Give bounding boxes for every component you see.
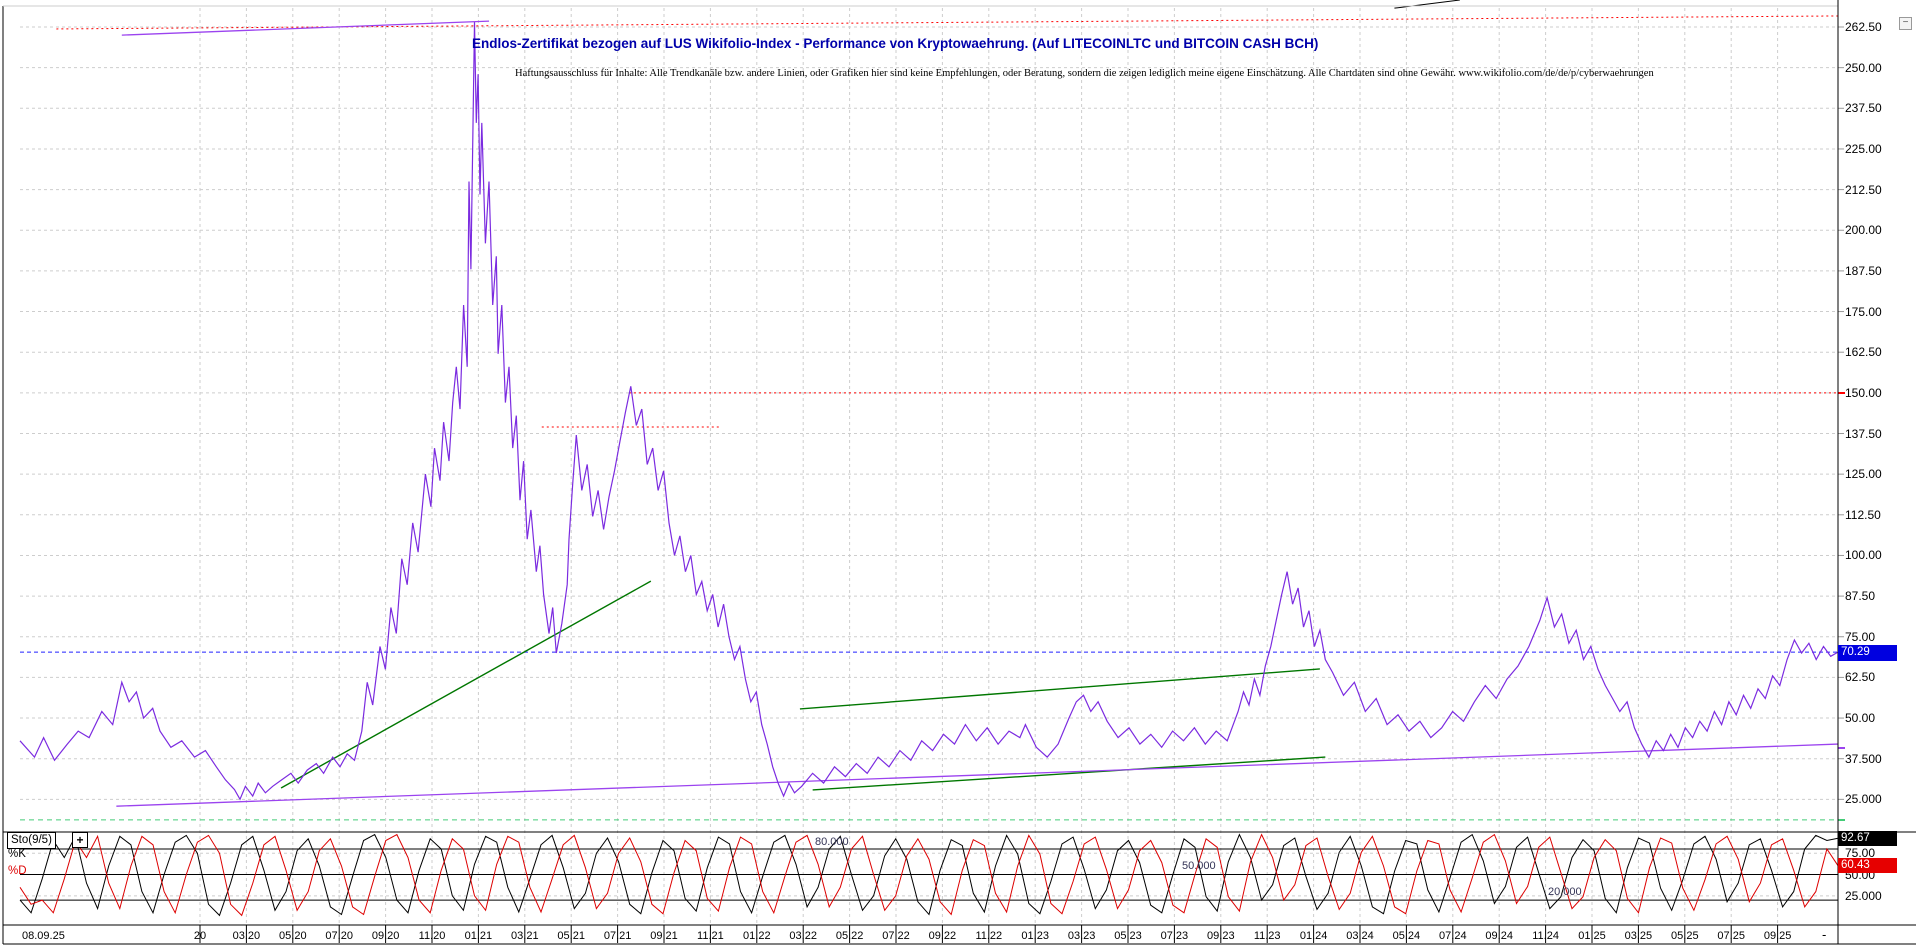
price-axis-label: 237.50 [1845, 101, 1882, 115]
x-axis-label: 01.24 [1290, 930, 1338, 942]
x-axis-label: 01.25 [1568, 930, 1616, 942]
x-axis-label: 11.24 [1522, 930, 1570, 942]
price-axis-label: 25.000 [1845, 792, 1882, 806]
stoch-level-20-label: 20.000 [1548, 886, 1582, 898]
x-axis-label: 03.23 [1058, 930, 1106, 942]
x-axis-label: 07.20 [315, 930, 363, 942]
price-axis-label: 187.50 [1845, 264, 1882, 278]
x-axis-label: 09.25 [1754, 930, 1802, 942]
x-axis-label: 05.20 [269, 930, 317, 942]
price-axis-label: 200.00 [1845, 223, 1882, 237]
stoch-level-50-label: 50.000 [1182, 860, 1216, 872]
x-axis-label: 07.22 [872, 930, 920, 942]
price-axis-label: 150.00 [1845, 386, 1882, 400]
x-axis-label: 07.21 [594, 930, 642, 942]
price-axis-label: 125.00 [1845, 467, 1882, 481]
price-axis-label: 137.50 [1845, 427, 1882, 441]
x-axis-label: 09.24 [1475, 930, 1523, 942]
x-axis-label: 09.23 [1197, 930, 1245, 942]
x-axis-label: 11.22 [965, 930, 1013, 942]
x-axis-label: 09.20 [362, 930, 410, 942]
x-axis-label: 01.22 [733, 930, 781, 942]
x-axis-label: 03.21 [501, 930, 549, 942]
indicator-label-box[interactable]: Sto(9/5) [7, 832, 56, 849]
chart-title: Endlos-Zertifikat bezogen auf LUS Wikifo… [472, 36, 1318, 51]
price-axis-label: 87.50 [1845, 589, 1875, 603]
x-axis-label: 11.21 [686, 930, 734, 942]
price-axis-label: 175.00 [1845, 305, 1882, 319]
price-axis-label: 75.00 [1845, 630, 1875, 644]
x-axis-label: 11.23 [1243, 930, 1291, 942]
x-axis-label: 01.23 [1011, 930, 1059, 942]
green-channel-lower [813, 757, 1326, 790]
price-axis-label: 250.00 [1845, 61, 1882, 75]
x-axis-label: 11.20 [408, 930, 456, 942]
price-axis-label: 50.00 [1845, 711, 1875, 725]
x-axis-label: 05.21 [547, 930, 595, 942]
stoch-k-badge: 92.67 [1838, 831, 1897, 846]
x-axis-label: 20 [176, 930, 224, 942]
x-axis-label: 05.24 [1382, 930, 1430, 942]
stoch-d-badge: 60.43 [1838, 858, 1897, 873]
stoch-d-label: %D [8, 865, 27, 877]
chart-window: Endlos-Zertifikat bezogen auf LUS Wikifo… [0, 0, 1916, 948]
price-axis-label: 37.500 [1845, 752, 1882, 766]
x-axis-label: 01.21 [454, 930, 502, 942]
black-top-segment [1394, 0, 1459, 8]
x-axis-label: 09.21 [640, 930, 688, 942]
price-axis-label: 62.50 [1845, 670, 1875, 684]
x-axis-label: 05.23 [1104, 930, 1152, 942]
price-axis-label: 112.50 [1845, 508, 1881, 522]
stoch-k-label: %K [8, 848, 26, 860]
violet-support-trendline [116, 744, 1838, 806]
green-steep-trendline [281, 581, 651, 788]
x-axis-label: 07.25 [1707, 930, 1755, 942]
price-axis-label: 162.50 [1845, 345, 1882, 359]
x-axis-label: 05.22 [826, 930, 874, 942]
stoch-axis-label: 25.000 [1845, 889, 1882, 903]
chart-disclaimer: Haftungsausschluss für Inhalte: Alle Tre… [515, 68, 1654, 79]
price-axis-label: 100.00 [1845, 548, 1882, 562]
x-axis-label: 07.24 [1429, 930, 1477, 942]
x-axis-label: 09.22 [918, 930, 966, 942]
x-axis-label: 03.20 [222, 930, 270, 942]
chart-canvas[interactable] [0, 0, 1916, 948]
price-axis-label: 225.00 [1845, 142, 1882, 156]
scrollbar-minus-button[interactable]: - [1822, 927, 1826, 942]
price-axis-label: 262.50 [1845, 20, 1882, 34]
x-axis-label: 07.23 [1150, 930, 1198, 942]
current-price-badge: 70.29 [1838, 645, 1897, 661]
green-channel-upper [800, 669, 1320, 709]
x-axis-label: 03.22 [779, 930, 827, 942]
x-axis-label: 03.24 [1336, 930, 1384, 942]
stoch-level-80-label: 80.000 [815, 836, 849, 848]
x-axis-start-label: 08.09.25 [22, 930, 65, 942]
x-axis-label: 03.25 [1614, 930, 1662, 942]
collapse-icon[interactable]: − [1899, 17, 1912, 30]
x-axis-label: 05.25 [1661, 930, 1709, 942]
price-axis-label: 212.50 [1845, 183, 1882, 197]
add-indicator-button[interactable]: + [72, 832, 88, 848]
